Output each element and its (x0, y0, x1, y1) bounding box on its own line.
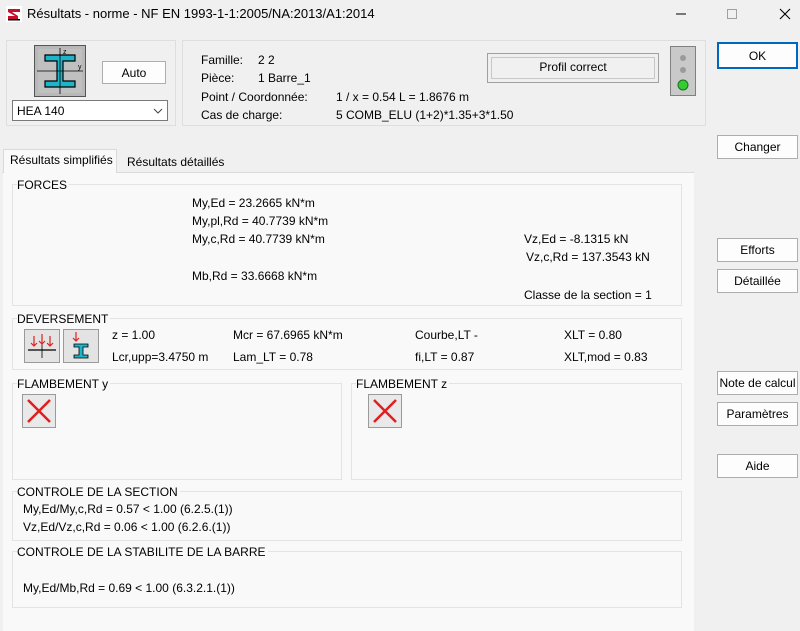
famille-value: 2 2 (258, 53, 275, 67)
controle-section-line-2: Vz,Ed/Vz,c,Rd = 0.06 < 1.00 (6.2.6.(1)) (23, 520, 231, 534)
profile-select[interactable]: HEA 140 (12, 100, 168, 121)
traffic-light-icon (670, 46, 696, 96)
tab-label: Résultats simplifiés (10, 153, 113, 167)
controle-stabilite-line-1: My,Ed/Mb,Rd = 0.69 < 1.00 (6.3.2.1.(1)) (23, 581, 235, 595)
red-cross-icon (373, 399, 397, 423)
flambement-y-button[interactable] (22, 394, 56, 428)
aide-button[interactable]: Aide (717, 454, 798, 478)
svg-text:y: y (78, 64, 82, 71)
red-cross-icon (27, 399, 51, 423)
detaillee-button[interactable]: Détaillée (717, 269, 798, 293)
controle-stabilite-title: CONTROLE DE LA STABILITE DE LA BARRE (17, 545, 268, 559)
piece-label: Pièce: (201, 71, 235, 85)
forces-title: FORCES (17, 178, 70, 192)
profile-status-box: Profil correct (487, 53, 659, 83)
profile-select-value: HEA 140 (17, 104, 65, 118)
ok-button[interactable]: OK (717, 42, 798, 69)
parametres-button[interactable]: Paramètres (717, 402, 798, 426)
efforts-button[interactable]: Efforts (717, 238, 798, 262)
mcr-value: Mcr = 67.6965 kN*m (233, 328, 343, 342)
changer-button[interactable]: Changer (717, 135, 798, 159)
window-title: Résultats - norme - NF EN 1993-1-1:2005/… (27, 6, 375, 21)
mb-rd-value: Mb,Rd = 33.6668 kN*m (192, 269, 318, 283)
vz-c-rd-value: Vz,c,Rd = 137.3543 kN (526, 250, 650, 264)
tab-resultats-detailles[interactable]: Résultats détaillés (127, 155, 224, 169)
tab-resultats-simplifies[interactable]: Résultats simplifiés (3, 149, 117, 173)
point-value: 1 / x = 0.54 L = 1.8676 m (336, 90, 469, 104)
fi-lt-value: fi,LT = 0.87 (415, 350, 475, 364)
piece-value: 1 Barre_1 (258, 71, 311, 85)
flambement-z-button[interactable] (368, 394, 402, 428)
i-section-icon: z y (37, 48, 83, 94)
my-c-rd-value: My,c,Rd = 40.7739 kN*m (192, 232, 325, 246)
xlt-mod-value: XLT,mod = 0.83 (564, 350, 648, 364)
maximize-button[interactable] (709, 0, 755, 28)
close-icon (779, 8, 791, 20)
z-value: z = 1.00 (112, 328, 156, 342)
deversement-title: DEVERSEMENT (17, 312, 111, 326)
profile-section-button[interactable]: z y (34, 45, 86, 97)
load-position-button[interactable] (24, 329, 60, 363)
lcr-value: Lcr,upp=3.4750 m (112, 350, 209, 364)
lam-lt-value: Lam_LT = 0.78 (233, 350, 313, 364)
vz-ed-value: Vz,Ed = -8.1315 kN (524, 232, 629, 246)
controle-section-line-1: My,Ed/My,c,Rd = 0.57 < 1.00 (6.2.5.(1)) (23, 502, 233, 516)
maximize-icon (727, 9, 737, 19)
profile-status-text: Profil correct (539, 60, 607, 74)
section-load-button[interactable] (63, 329, 99, 363)
flambement-z-title: FLAMBEMENT z (356, 377, 450, 391)
famille-label: Famille: (201, 53, 244, 67)
controle-section-title: CONTROLE DE LA SECTION (17, 485, 180, 499)
close-window-button[interactable] (762, 0, 800, 28)
classe-section-value: Classe de la section = 1 (524, 288, 652, 302)
minimize-icon (676, 13, 686, 15)
minimize-button[interactable] (658, 0, 704, 28)
courbe-lt-value: Courbe,LT - (415, 328, 478, 342)
my-pl-rd-value: My,pl,Rd = 40.7739 kN*m (192, 214, 329, 228)
controle-stabilite-group (12, 551, 682, 608)
my-ed-value: My,Ed = 23.2665 kN*m (192, 196, 315, 210)
point-label: Point / Coordonnée: (201, 90, 308, 104)
app-logo-icon (6, 6, 22, 22)
flambement-y-title: FLAMBEMENT y (17, 377, 111, 391)
cas-value: 5 COMB_ELU (1+2)*1.35+3*1.50 (336, 108, 514, 122)
flambement-y-group (12, 383, 342, 480)
chevron-down-icon (153, 108, 163, 114)
cas-label: Cas de charge: (201, 108, 283, 122)
note-de-calcul-button[interactable]: Note de calcul (717, 371, 798, 395)
svg-text:z: z (63, 49, 67, 56)
load-position-icon (28, 334, 56, 358)
section-load-icon (72, 332, 89, 359)
auto-button[interactable]: Auto (102, 61, 166, 84)
xlt-value: XLT = 0.80 (564, 328, 622, 342)
